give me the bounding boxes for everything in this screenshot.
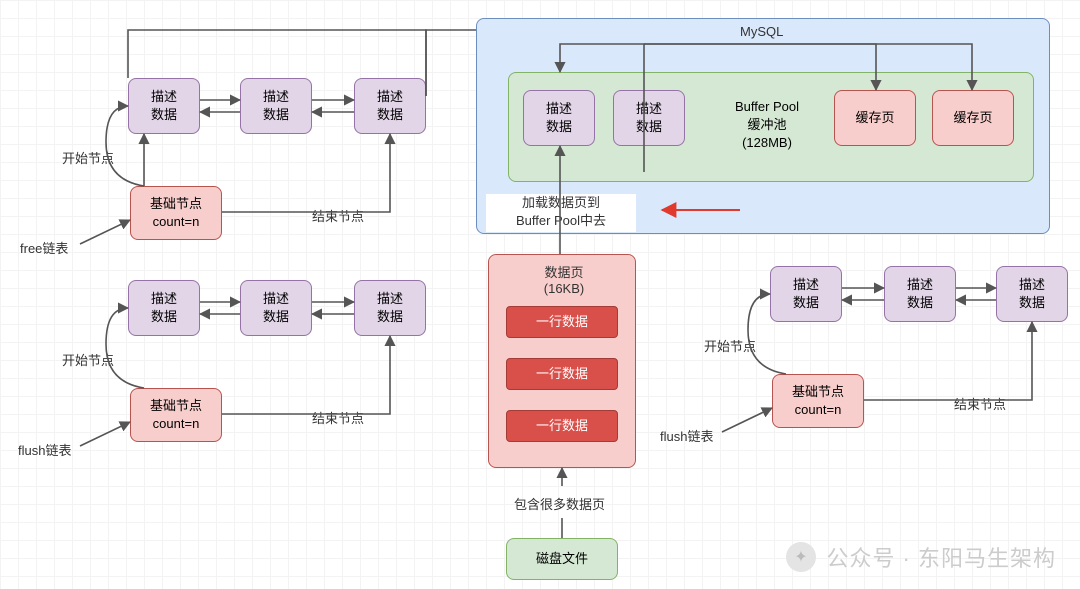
free-desc-2: 描述 数据 <box>240 78 312 134</box>
free-list-label: free链表 <box>20 238 68 257</box>
row-1: 一行数据 <box>506 306 618 338</box>
flushL-base-node: 基础节点 count=n <box>130 388 222 442</box>
free-desc-1: 描述 数据 <box>128 78 200 134</box>
buffer-pool-label: Buffer Pool 缓冲池 (128MB) <box>712 98 822 153</box>
flushR-start-label: 开始节点 <box>704 336 756 355</box>
flushR-desc-3: 描述 数据 <box>996 266 1068 322</box>
flushL-list-label: flush链表 <box>18 440 71 459</box>
cache-page-2: 缓存页 <box>932 90 1014 146</box>
flushL-desc-1: 描述 数据 <box>128 280 200 336</box>
disk-file: 磁盘文件 <box>506 538 618 580</box>
flushR-end-label: 结束节点 <box>954 394 1006 413</box>
flushR-desc-1: 描述 数据 <box>770 266 842 322</box>
free-desc-3: 描述 数据 <box>354 78 426 134</box>
row-2: 一行数据 <box>506 358 618 390</box>
free-start-label: 开始节点 <box>62 148 114 167</box>
flushL-end-label: 结束节点 <box>312 408 364 427</box>
flushL-desc-2: 描述 数据 <box>240 280 312 336</box>
watermark: ✦ 公众号 · 东阳马生架构 <box>786 541 1056 573</box>
load-note: 加载数据页到 Buffer Pool中去 <box>486 194 636 232</box>
cache-page-1: 缓存页 <box>834 90 916 146</box>
free-end-label: 结束节点 <box>312 206 364 225</box>
flushR-list-label: flush链表 <box>660 426 713 445</box>
bp-desc-1: 描述 数据 <box>523 90 595 146</box>
wechat-icon: ✦ <box>786 542 816 572</box>
flushL-start-label: 开始节点 <box>62 350 114 369</box>
data-page-label: 数据页 (16KB) <box>524 262 604 296</box>
free-base-node: 基础节点 count=n <box>130 186 222 240</box>
flushL-desc-3: 描述 数据 <box>354 280 426 336</box>
many-pages-label: 包含很多数据页 <box>514 494 605 513</box>
row-3: 一行数据 <box>506 410 618 442</box>
flushR-desc-2: 描述 数据 <box>884 266 956 322</box>
watermark-text: 公众号 · 东阳马生架构 <box>826 541 1056 573</box>
bp-desc-2: 描述 数据 <box>613 90 685 146</box>
mysql-label: MySQL <box>740 24 783 39</box>
flushR-base-node: 基础节点 count=n <box>772 374 864 428</box>
